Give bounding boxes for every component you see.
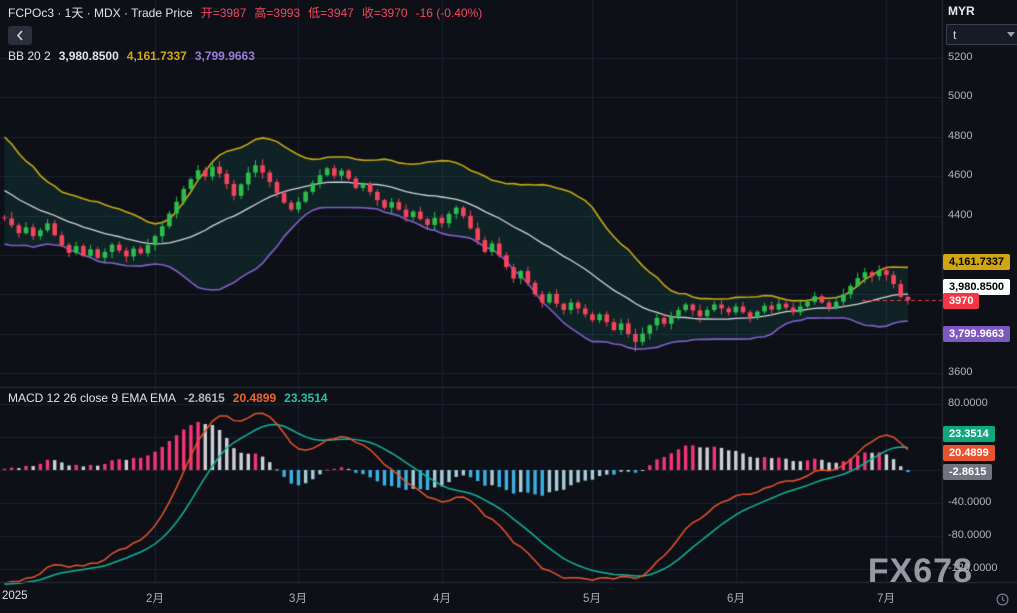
chart-window: 52005000480046004400360080.0000-40.0000-… [0,0,1017,613]
unit-select[interactable]: t [946,24,1017,45]
timezone-clock-icon[interactable] [996,593,1009,611]
currency-button[interactable]: MYR [948,4,975,18]
chevron-down-icon [1007,32,1015,37]
price-chart-canvas[interactable] [0,0,1017,613]
time-axis[interactable] [0,583,1017,613]
unit-select-value: t [953,28,956,42]
back-button[interactable] [8,26,32,45]
price-axis[interactable] [942,0,1017,582]
chevron-left-icon [16,30,24,41]
